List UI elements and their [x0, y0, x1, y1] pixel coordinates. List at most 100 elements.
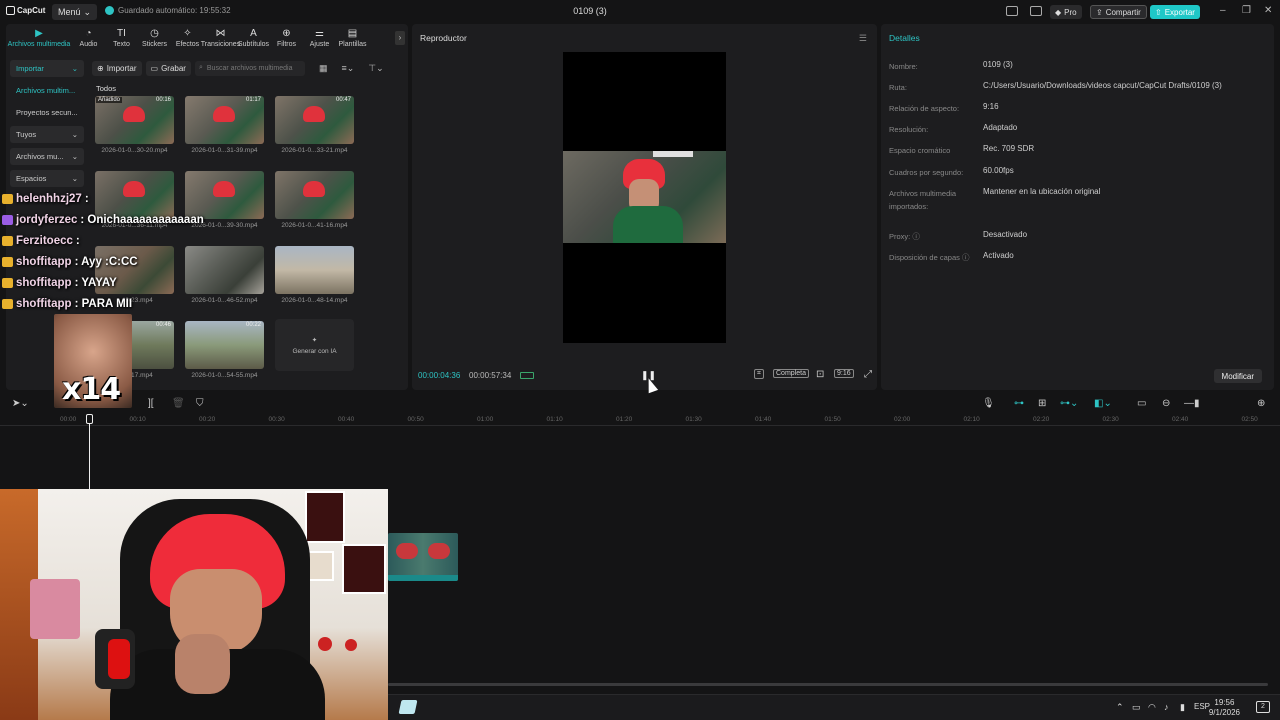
all-filter-label[interactable]: Todos [96, 84, 116, 93]
export-button[interactable]: ⇧ Exportar [1150, 5, 1200, 19]
sidebar-item[interactable]: Importar ⌄ [10, 60, 84, 77]
zoom-slider-handle[interactable]: —▮ [1184, 398, 1200, 409]
fullscreen-icon[interactable]: ⤢ [862, 369, 874, 380]
link-clips-icon[interactable]: ⊶ [1014, 398, 1024, 409]
maximize-icon[interactable]: ❐ [1242, 5, 1251, 16]
ruler-tick: 02:20 [1033, 416, 1050, 423]
templates-icon: ▤ [347, 27, 358, 39]
share-button[interactable]: ⇪ Compartir [1090, 5, 1147, 19]
crop-icon[interactable]: ⌗ [754, 369, 764, 379]
record-button[interactable]: ▭ Grabar [145, 60, 191, 76]
detail-value: 60.00fps [983, 166, 1014, 175]
frame-jersey [613, 206, 683, 243]
duration-label: 00:22 [245, 322, 261, 328]
select-cursor-icon[interactable]: ➤⌄ [12, 398, 29, 409]
snap-icon[interactable]: ⊶⌄ [1060, 398, 1078, 409]
tab-label: Texto [113, 40, 130, 48]
detail-value: C:/Users/Usuario/Downloads/videos capcut… [983, 81, 1222, 90]
capcut-logo-icon [6, 6, 15, 15]
media-thumbnail[interactable] [275, 246, 354, 294]
display-icon[interactable]: ▭ [1132, 702, 1141, 713]
ratio-button[interactable]: 9:16 [834, 369, 854, 378]
playhead-line[interactable] [89, 414, 90, 494]
keyboard-icon[interactable] [1030, 6, 1042, 16]
sort-icon[interactable]: ≡⌄ [341, 63, 354, 74]
audio-meter-icon [520, 372, 534, 379]
media-sidebar: Importar ⌄ Archivos multim... Proyectos sec… [10, 60, 84, 192]
sidebar-item[interactable]: Archivos mu... ⌄ [10, 148, 84, 165]
language-indicator[interactable]: ESP [1194, 702, 1210, 711]
trim-icon[interactable]: ][ [148, 398, 154, 409]
shield-icon[interactable]: ⛉ [196, 398, 204, 409]
sidebar-item[interactable]: Tuyos ⌄ [10, 126, 84, 143]
media-thumbnail[interactable]: 01:17 [185, 96, 264, 144]
hamburger-icon[interactable]: ☰ [859, 33, 867, 44]
media-thumbnail[interactable]: 00:22 [185, 321, 264, 369]
media-thumbnail[interactable]: 00:47 [275, 96, 354, 144]
sidebar-item[interactable]: Espacios ⌄ [10, 170, 84, 187]
timeline-clip[interactable] [388, 533, 458, 581]
import-button[interactable]: ⊕ Importar [92, 60, 142, 76]
menu-button[interactable]: Menú ⌄ [52, 4, 98, 20]
ruler-tick: 00:40 [338, 416, 355, 423]
sidebar-item[interactable]: Archivos multim... [10, 82, 84, 99]
zoom-out-icon[interactable]: ⊖ [1162, 398, 1170, 409]
chevron-up-icon[interactable]: ⌃ [1116, 702, 1124, 713]
tab-label: Filtros [276, 40, 297, 48]
generate-ai-card[interactable]: ✦ Generar con IA [275, 319, 354, 371]
media-thumbnail[interactable] [185, 246, 264, 294]
grid-view-icon[interactable]: ▦ [319, 63, 328, 74]
thumb-hair [213, 181, 235, 197]
chat-text: : PARA MII [74, 298, 133, 310]
timeline-ruler[interactable]: 00:00 00:10 00:20 00:30 00:40 00:50 01:00 01:10… [0, 414, 1280, 426]
close-icon[interactable]: ✕ [1264, 5, 1272, 16]
sidebar-item[interactable]: Proyectos secun... [10, 104, 84, 121]
tab-templates[interactable]: ▤ Plantillas [336, 24, 369, 52]
media-thumbnail[interactable]: Añadido 00:16 [95, 96, 174, 144]
screenshot-icon[interactable]: ⊡ [814, 369, 826, 380]
plus-circle-icon: ⊕ [97, 63, 104, 73]
video-viewer[interactable] [563, 52, 726, 343]
chat-text: : [84, 193, 89, 205]
notification-badge[interactable]: 2 [1256, 701, 1270, 713]
pro-button[interactable]: ◆ Pro [1050, 5, 1082, 19]
tab-text[interactable]: TI Texto [105, 24, 138, 52]
tab-sticker[interactable]: ◷ Stickers [138, 24, 171, 52]
detail-label: Archivos multimedia importados: [889, 189, 957, 211]
media-search-input[interactable]: ⌕ Buscar archivos multimedia [194, 60, 305, 76]
playhead-handle[interactable] [86, 414, 93, 424]
delete-icon[interactable]: 🗑 [172, 398, 185, 409]
timeline-scrollbar[interactable] [388, 683, 1268, 686]
zoom-in-icon[interactable]: ⊕ [1257, 398, 1265, 409]
capcut-taskbar-icon[interactable] [398, 700, 418, 714]
detail-value: 9:16 [983, 102, 999, 111]
tab-adjust[interactable]: ⚌ Ajuste [303, 24, 336, 52]
quality-button[interactable]: Completa [773, 369, 809, 378]
thumb-hair [303, 181, 325, 197]
sidebar-item-label: Proyectos secun... [16, 108, 78, 117]
layout-icon[interactable] [1006, 6, 1018, 16]
tab-audio[interactable]: ◔ Audio [72, 24, 105, 52]
chevron-right-icon[interactable]: › [395, 31, 405, 45]
media-thumbnail[interactable] [275, 171, 354, 219]
preview-axis-icon[interactable]: ◧⌄ [1094, 398, 1112, 409]
tab-captions[interactable]: A Subtítulos [237, 24, 270, 52]
modify-button[interactable]: Modificar [1213, 369, 1262, 383]
taskbar-clock[interactable]: 19:56 9/1/2026 [1209, 698, 1240, 718]
tab-effects[interactable]: ✧ Efectos [171, 24, 204, 52]
filter-icon[interactable]: ⊤⌄ [368, 63, 383, 74]
tab-filters[interactable]: ⊕ Filtros [270, 24, 303, 52]
generate-ai-label: Generar con IA [292, 347, 337, 355]
wifi-icon[interactable]: ◠ [1148, 702, 1156, 713]
magnet-icon[interactable]: ⊞ [1038, 398, 1046, 409]
thumb-hair [303, 106, 325, 122]
tab-transitions[interactable]: ⋈ Transiciones [201, 24, 240, 52]
battery-icon[interactable]: ▮ [1180, 702, 1185, 713]
subtitle-track-icon[interactable]: ▭ [1137, 398, 1146, 409]
chat-message: shoffitapp: YAYAY [2, 274, 117, 292]
microphone-icon[interactable]: 🎙 [982, 398, 995, 409]
minimize-icon[interactable]: – [1220, 5, 1226, 16]
tab-label: Subtítulos [237, 40, 270, 48]
volume-icon[interactable]: ♪ [1164, 702, 1169, 712]
tab-media[interactable]: ▶ Archivos multimedia [6, 24, 72, 52]
